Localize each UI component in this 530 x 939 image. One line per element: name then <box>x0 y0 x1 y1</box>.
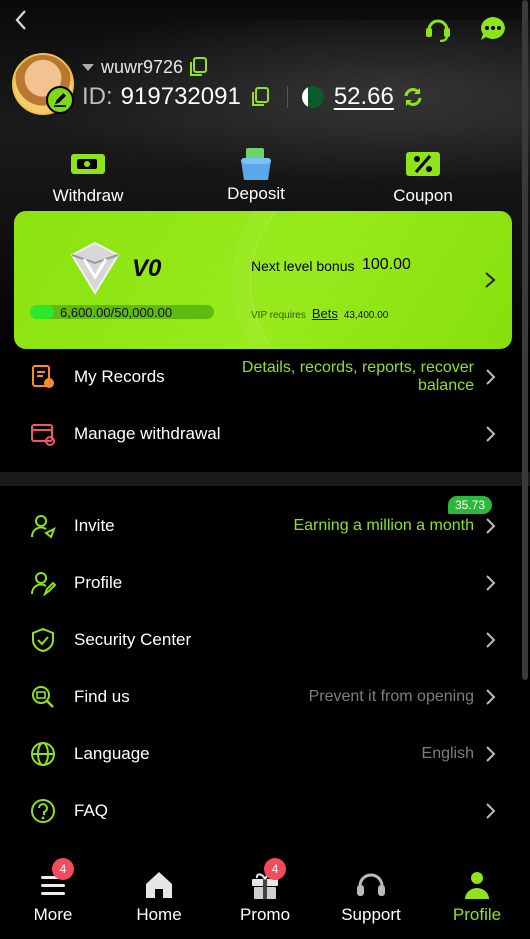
records-list: My Records Details, records, reports, re… <box>0 348 530 462</box>
bets-link[interactable]: Bets <box>312 306 338 321</box>
profile-screen: wuwr9726 ID: 919732091 52.66 Withdraw De… <box>0 0 530 939</box>
username: wuwr9726 <box>101 56 184 77</box>
notification-badge: 4 <box>264 858 286 880</box>
menu-item-manage-withdrawal[interactable]: Manage withdrawal <box>0 405 530 462</box>
next-level-bonus: 100.00 <box>362 256 411 273</box>
bottom-tab-bar: 4 More Home 4 Promo Support Profile <box>0 852 530 939</box>
menu-label: Profile <box>74 572 123 592</box>
menu-label: Find us <box>74 686 130 706</box>
menu-label: Language <box>74 743 150 763</box>
vip-requires-label: VIP requires <box>251 310 306 321</box>
coupon-icon <box>406 152 440 176</box>
next-level-label: Next level bonus <box>251 258 355 274</box>
id-label: ID: <box>82 83 113 110</box>
bets-required-value: 43,400.00 <box>343 310 389 321</box>
chevron-right-icon <box>486 688 496 705</box>
vip-level: V0 <box>132 255 162 282</box>
refresh-balance-icon[interactable] <box>402 86 424 108</box>
chevron-right-icon <box>486 631 496 648</box>
deposit-label: Deposit <box>227 184 285 203</box>
withdraw-label: Withdraw <box>52 186 124 205</box>
chevron-right-icon <box>486 517 496 534</box>
tab-profile[interactable]: Profile <box>424 852 530 939</box>
menu-label: Manage withdrawal <box>74 423 221 443</box>
menu-label: FAQ <box>74 800 109 820</box>
menu-item-security-center[interactable]: Security Center <box>0 611 530 668</box>
vip-progress-fill <box>30 305 55 319</box>
menu-item-my-records[interactable]: My Records Details, records, reports, re… <box>0 348 530 405</box>
globe-icon <box>31 741 55 766</box>
separator <box>286 86 288 108</box>
invite-icon <box>31 514 56 539</box>
menu-label: My Records <box>74 366 165 386</box>
tab-label: Promo <box>239 905 291 924</box>
records-icon <box>32 364 54 388</box>
menu-label: Invite <box>74 515 115 535</box>
tab-label: Support <box>341 905 401 924</box>
menu-item-faq[interactable]: FAQ <box>0 782 530 839</box>
shield-icon <box>32 627 54 652</box>
user-icon <box>465 872 489 899</box>
currency-flag-icon <box>301 86 324 108</box>
menu-item-find-us[interactable]: Find us Prevent it from opening <box>0 668 530 725</box>
vip-card[interactable]: V0 6,600.00/50,000.00 Next level bonus 1… <box>14 211 512 349</box>
tab-more[interactable]: 4 More <box>0 852 106 939</box>
chevron-right-icon <box>486 574 496 591</box>
withdraw-button[interactable]: Withdraw <box>18 150 158 206</box>
section-divider <box>0 472 530 486</box>
invite-reward-bubble: 35.73 <box>447 496 492 514</box>
find-us-icon <box>32 685 54 708</box>
menu-hint: English <box>421 744 474 762</box>
tab-home[interactable]: Home <box>106 852 212 939</box>
chevron-right-icon[interactable] <box>484 271 496 289</box>
profile-icon <box>31 571 56 596</box>
menu-item-language[interactable]: Language English <box>0 725 530 782</box>
balance[interactable]: 52.66 <box>334 83 394 111</box>
chevron-right-icon <box>486 368 496 385</box>
tab-support[interactable]: Support <box>318 852 424 939</box>
menu-hint: Details, records, reports, recover balan… <box>241 358 474 394</box>
menu-label: Security Center <box>74 629 192 649</box>
tab-label: Profile <box>452 905 502 924</box>
wallet-icon <box>241 148 271 180</box>
vip-requirement: VIP requires Bets 43,400.00 <box>251 306 388 321</box>
chevron-right-icon <box>486 425 496 442</box>
notification-badge: 4 <box>52 858 74 880</box>
user-id: 919732091 <box>120 83 241 110</box>
headset-icon <box>357 873 385 896</box>
customer-service-icon[interactable] <box>423 14 453 44</box>
home-icon <box>146 872 172 898</box>
coupon-button[interactable]: Coupon <box>353 150 493 206</box>
back-arrow-icon[interactable] <box>10 8 34 32</box>
tab-label: More <box>33 905 73 924</box>
menu-item-profile[interactable]: Profile <box>0 554 530 611</box>
dropdown-caret-icon[interactable] <box>82 63 94 71</box>
vip-progress-text: 6,600.00/50,000.00 <box>60 305 173 320</box>
withdraw-icon <box>71 154 105 174</box>
menu-hint: Prevent it from opening <box>308 687 474 705</box>
chat-icon[interactable] <box>478 14 508 44</box>
menu-hint: Earning a million a month <box>293 516 474 534</box>
manage-withdrawal-icon <box>31 423 55 446</box>
vip-diamond-icon <box>70 241 120 295</box>
deposit-button[interactable]: Deposit <box>186 148 326 204</box>
tab-label: Home <box>136 905 182 924</box>
edit-avatar-icon[interactable] <box>46 86 74 114</box>
id-balance-row: ID: 919732091 52.66 <box>82 82 424 112</box>
chevron-right-icon <box>486 745 496 762</box>
coupon-label: Coupon <box>393 186 453 205</box>
scrollbar-thumb[interactable] <box>522 0 528 680</box>
copy-username-icon[interactable] <box>189 57 208 77</box>
username-row: wuwr9726 <box>80 55 208 79</box>
tab-promo[interactable]: 4 Promo <box>212 852 318 939</box>
settings-list: Invite Earning a million a month Profile… <box>0 497 530 839</box>
chevron-right-icon <box>486 802 496 819</box>
copy-id-icon[interactable] <box>251 87 269 107</box>
help-icon <box>31 798 55 823</box>
